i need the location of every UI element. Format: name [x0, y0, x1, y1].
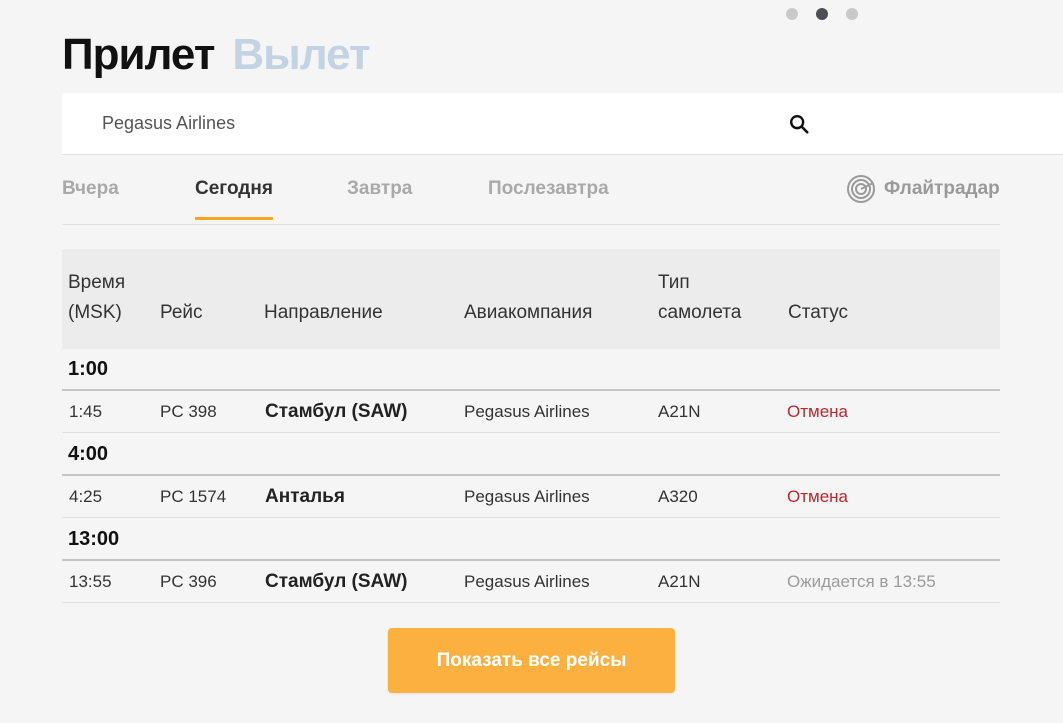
- column-status: Статус: [788, 302, 849, 323]
- flight-time: 1:45: [69, 402, 103, 421]
- direction-switch: Прилет Вылет: [62, 30, 371, 80]
- table-row[interactable]: 1:45 PC 398 Стамбул (SAW) Pegasus Airlin…: [62, 391, 1000, 433]
- flight-status: Отмена: [787, 402, 848, 421]
- carousel-dot-1[interactable]: [786, 8, 798, 20]
- flight-airline: Pegasus Airlines: [464, 572, 590, 591]
- time-group-row: 4:00: [62, 434, 1000, 476]
- flight-status: Ожидается в 13:55: [787, 572, 936, 591]
- tab-day-after-tomorrow[interactable]: Послезавтра: [488, 178, 609, 220]
- tab-tomorrow[interactable]: Завтра: [347, 178, 412, 220]
- column-time-line1: Время: [68, 272, 126, 293]
- flight-aircraft: A21N: [658, 402, 701, 421]
- flight-number: PC 396: [160, 572, 217, 591]
- flight-direction: Стамбул (SAW): [265, 401, 408, 422]
- tab-arrival[interactable]: Прилет: [62, 30, 215, 80]
- column-aircraft-line2: самолета: [658, 302, 742, 323]
- day-tabs: Вчера Сегодня Завтра Послезавтра Флайтра…: [62, 168, 1000, 225]
- column-aircraft: Тип самолета: [658, 268, 741, 328]
- time-group-row: 1:00: [62, 349, 1000, 391]
- time-group-label: 1:00: [68, 358, 109, 380]
- flightradar-link[interactable]: Флайтрадар: [846, 174, 1000, 204]
- radar-icon: [847, 175, 875, 203]
- carousel-dots: [786, 8, 858, 20]
- column-time-line2: (MSK): [68, 302, 122, 323]
- search-bar: [62, 93, 1063, 155]
- flight-airline: Pegasus Airlines: [464, 402, 590, 421]
- show-all-flights-button[interactable]: Показать все рейсы: [388, 628, 675, 693]
- flight-time: 13:55: [69, 572, 112, 591]
- flight-number: PC 398: [160, 402, 217, 421]
- flight-aircraft: A21N: [658, 572, 701, 591]
- search-input[interactable]: [100, 112, 704, 135]
- table-header: Время (MSK) Рейс Направление Авиакомпани…: [62, 249, 1000, 349]
- flightradar-label: Флайтрадар: [884, 178, 1000, 199]
- time-group-row: 13:00: [62, 519, 1000, 561]
- tab-today[interactable]: Сегодня: [195, 178, 273, 220]
- flight-time: 4:25: [69, 487, 103, 506]
- flight-aircraft: A320: [658, 487, 698, 506]
- column-airline: Авиакомпания: [464, 302, 593, 323]
- flight-direction: Стамбул (SAW): [265, 571, 408, 592]
- flight-status: Отмена: [787, 487, 848, 506]
- time-group-label: 13:00: [68, 528, 120, 550]
- carousel-dot-3[interactable]: [846, 8, 858, 20]
- carousel-dot-2[interactable]: [816, 8, 828, 20]
- tab-yesterday[interactable]: Вчера: [62, 178, 119, 220]
- column-time: Время (MSK): [68, 268, 125, 328]
- time-group-label: 4:00: [68, 443, 109, 465]
- search-icon[interactable]: [788, 113, 810, 135]
- column-flight: Рейс: [160, 302, 203, 323]
- table-row[interactable]: 13:55 PC 396 Стамбул (SAW) Pegasus Airli…: [62, 561, 1000, 603]
- flight-airline: Pegasus Airlines: [464, 487, 590, 506]
- column-direction: Направление: [264, 302, 383, 323]
- tab-departure[interactable]: Вылет: [232, 30, 370, 80]
- column-aircraft-line1: Тип: [658, 272, 690, 293]
- flight-direction: Анталья: [265, 486, 345, 507]
- flight-number: PC 1574: [160, 487, 227, 506]
- table-row[interactable]: 4:25 PC 1574 Анталья Pegasus Airlines A3…: [62, 476, 1000, 518]
